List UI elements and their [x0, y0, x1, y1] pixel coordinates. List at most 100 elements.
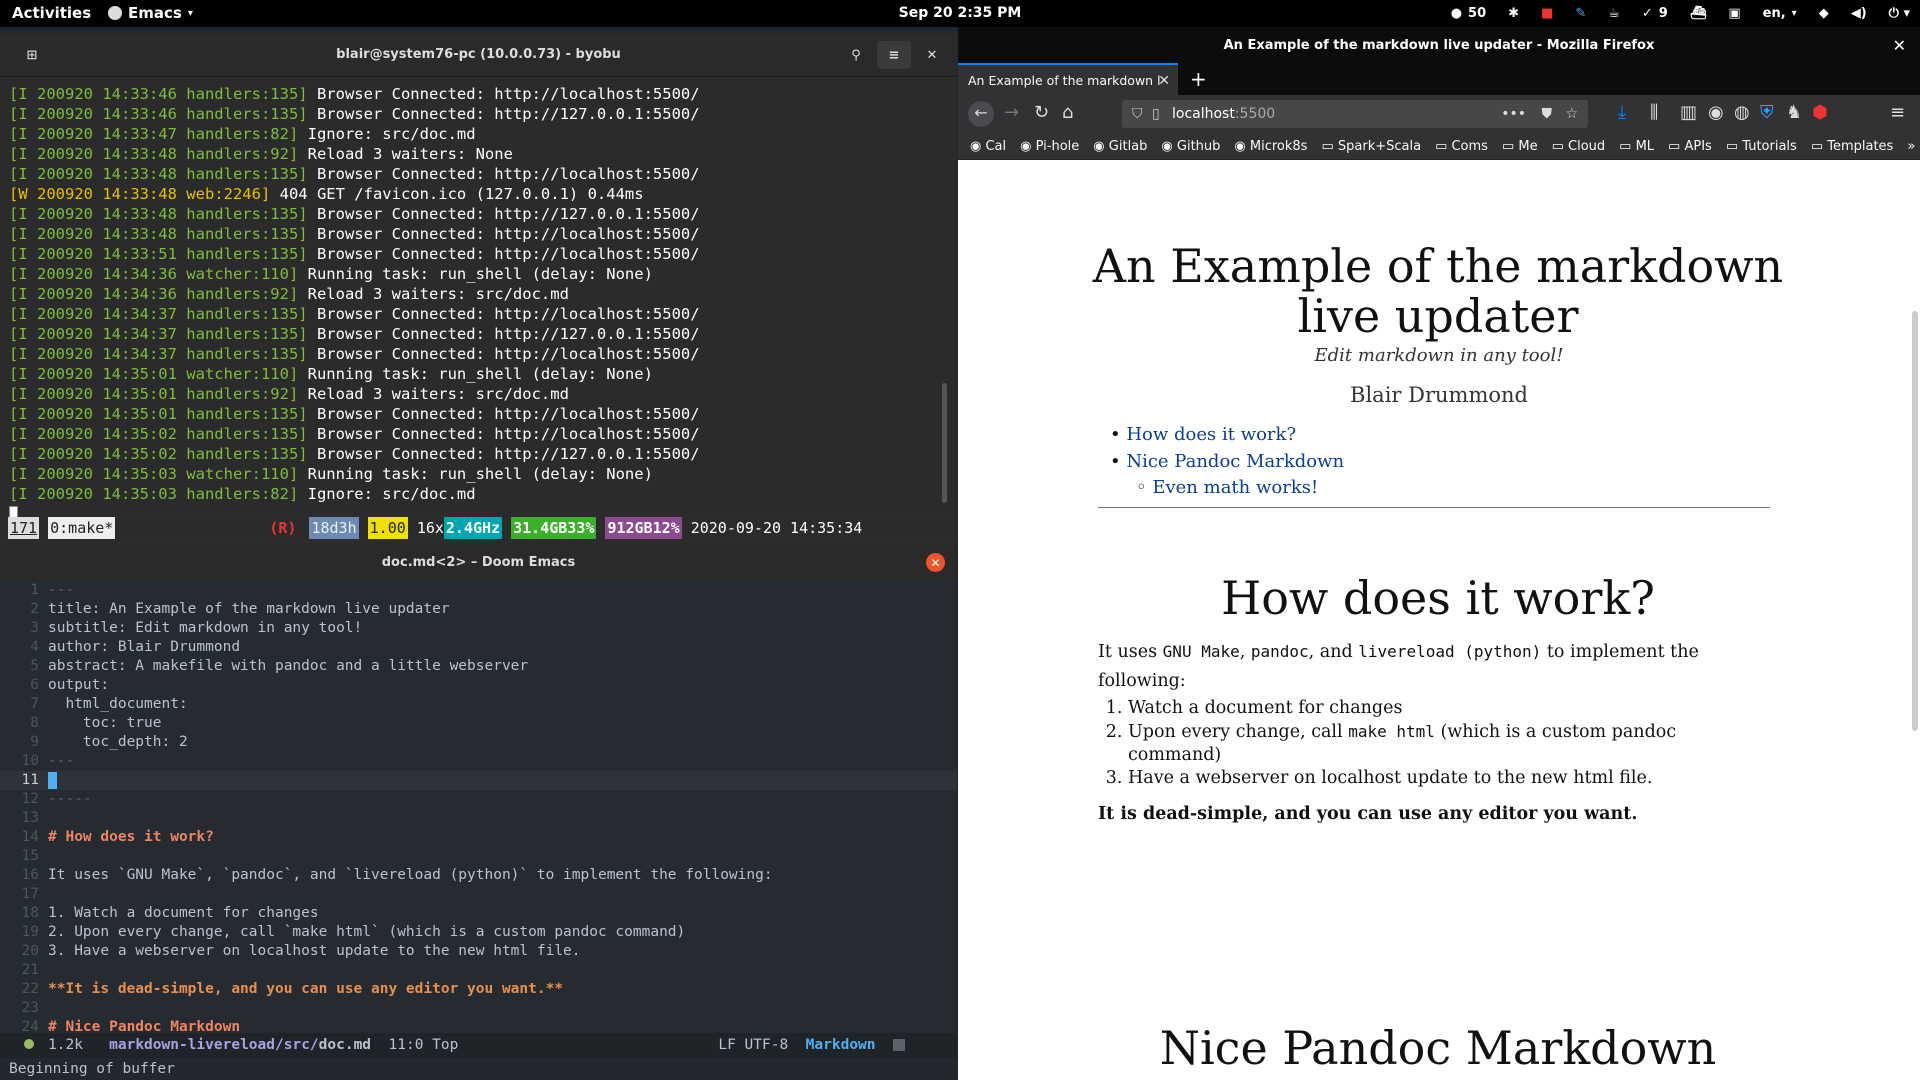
line-text: --- [48, 753, 75, 769]
rendered-document: An Example of the markdown live updater … [958, 161, 1920, 1080]
tab-strip: An Example of the markdown l ✕ + [958, 63, 1920, 95]
gnome-top-bar: Activities Emacs ▾ Sep 20 2:35 PM ● 50 ✱ … [0, 0, 1920, 27]
more-bookmarks-icon[interactable]: » [1907, 139, 1915, 154]
search-icon[interactable]: ⚲ [839, 41, 873, 69]
page-scrollbar[interactable] [1912, 311, 1918, 731]
encoding[interactable]: LF UTF-8 [718, 1037, 788, 1053]
buffer-size: 1.2k [48, 1037, 83, 1053]
close-tab-icon[interactable]: ✕ [1158, 65, 1170, 97]
extension-icon[interactable]: ♞ [1786, 102, 1802, 123]
new-tab-button[interactable]: + [1190, 67, 1207, 91]
major-mode[interactable]: Markdown [806, 1037, 876, 1053]
library-icon[interactable]: ⫼ [1650, 102, 1658, 123]
reload-icon[interactable]: ↻ [1034, 102, 1049, 123]
steps-list: Watch a document for changes Upon every … [1098, 697, 1773, 790]
docker-icon[interactable]: ⛴ [1690, 6, 1707, 21]
new-tab-icon[interactable]: ⊞ [14, 43, 50, 67]
page-actions-icon[interactable]: ••• [1501, 100, 1526, 128]
bookmark-item[interactable]: ◉ Pi-hole [1020, 139, 1079, 154]
screen-icon[interactable]: ▣ [1728, 6, 1740, 21]
line-number: 9 [30, 734, 39, 750]
account-icon[interactable]: ◉ [1708, 102, 1724, 123]
star-icon[interactable]: ☆ [1565, 100, 1578, 128]
pocket-icon[interactable]: ⛊ [1542, 100, 1553, 128]
bookmark-item[interactable]: ▭ Me [1502, 139, 1538, 154]
toc-link[interactable]: Even math works! [1152, 477, 1318, 498]
editor-line: 9 toc_depth: 2 [0, 733, 957, 752]
folder-icon: ▭ [1668, 138, 1685, 154]
back-icon[interactable]: ← [968, 101, 994, 127]
close-icon[interactable]: ✕ [915, 41, 949, 69]
hamburger-menu-icon[interactable]: ≡ [1890, 102, 1905, 123]
forward-icon[interactable]: → [1004, 102, 1019, 123]
tasks-indicator[interactable]: ✓ 9 [1642, 6, 1668, 21]
sidebar-icon[interactable]: ▥ [1680, 102, 1697, 123]
restart-indicator: (R) [269, 519, 297, 537]
bookmark-item[interactable]: ▭ Spark+Scala [1321, 139, 1421, 154]
editor-line: 6 output: [0, 676, 957, 695]
line-number: 2 [30, 601, 39, 617]
toc-item: • How does it work? [1110, 424, 1297, 445]
slack-icon[interactable]: ✱ [1508, 6, 1519, 21]
url-bar[interactable]: ⛉ ▯ localhost:5500 ••• ⛊ ☆ [1122, 100, 1588, 128]
bookmark-item[interactable]: ▭ APIs [1668, 139, 1712, 154]
extension-icon[interactable]: ◍ [1734, 102, 1750, 123]
editor-line: 8 toc: true [0, 714, 957, 733]
site-icon: ◉ [1234, 138, 1250, 154]
toc-link[interactable]: How does it work? [1126, 424, 1296, 445]
editor-line: 19 2. Upon every change, call `make html`… [0, 923, 957, 942]
coffee-icon[interactable]: ☕ [1608, 6, 1620, 21]
close-icon[interactable]: ✕ [926, 553, 945, 572]
bookmark-item[interactable]: ◉ Microk8s [1234, 139, 1307, 154]
bookmark-item[interactable]: ▭ Coms [1435, 139, 1488, 154]
bitwarden-icon[interactable]: ⛨ [1760, 102, 1774, 123]
session-tab[interactable]: 0:make* [48, 517, 116, 539]
toc-link[interactable]: Nice Pandoc Markdown [1126, 451, 1344, 472]
activities-button[interactable]: Activities [12, 4, 91, 22]
tab-active[interactable]: An Example of the markdown l ✕ [958, 63, 1178, 95]
line-text: # Nice Pandoc Markdown [48, 1019, 241, 1033]
app-menu[interactable]: Emacs ▾ [108, 4, 193, 22]
bookmark-item[interactable]: ▭ Cloud [1552, 139, 1606, 154]
log-line: [I 200920 14:33:48 handlers:92] Reload 3… [9, 145, 513, 163]
menu-icon[interactable]: ≡ [877, 41, 911, 69]
buffer-state-icon [24, 1039, 34, 1049]
github-indicator[interactable]: ● 50 [1451, 6, 1486, 21]
download-icon[interactable]: ⤓ [1618, 102, 1626, 123]
load-average: 1.00 [367, 517, 408, 539]
emacs-title: doc.md<2> – Doom Emacs [381, 554, 576, 570]
bookmark-item[interactable]: ▭ Tutorials [1726, 139, 1797, 154]
terminal-output[interactable]: [I 200920 14:33:46 handlers:135] Browser… [0, 78, 957, 524]
line-text: author: Blair Drummond [48, 639, 241, 655]
editor-line: 22 **It is dead-simple, and you can use a… [0, 980, 957, 999]
bookmark-item[interactable]: ◉ Gitlab [1093, 139, 1147, 154]
ublock-icon[interactable]: ⬢ [1812, 102, 1828, 123]
check-icon: ✓ [1641, 6, 1653, 21]
terminal-scrollbar[interactable] [942, 383, 947, 503]
power-icon[interactable]: ⏻ ▾ [1889, 6, 1910, 21]
wifi-icon[interactable]: ◆ [1819, 6, 1829, 21]
record-icon[interactable]: ■ [1541, 6, 1553, 21]
log-line: [I 200920 14:33:48 handlers:135] Browser… [9, 205, 700, 223]
language-selector[interactable]: en, ▾ [1763, 6, 1797, 21]
bookmark-item[interactable]: ▭ ML [1619, 139, 1654, 154]
line-number: 13 [21, 810, 39, 826]
byobu-status-bar: 171 0:make* (R) 18d3h 1.00 16x 2.4GHz 31.4… [0, 517, 957, 539]
terminal-header: ⊞ blair@system76-pc (10.0.0.73) - byobu … [0, 33, 957, 77]
url-host: localhost [1172, 106, 1235, 122]
bookmark-item[interactable]: ◉ Cal [970, 139, 1006, 154]
volume-icon[interactable]: ◀) [1851, 6, 1867, 21]
table-of-contents: • How does it work? • Nice Pandoc Markdo… [1100, 421, 1344, 501]
line-text: # How does it work? [48, 829, 214, 845]
editor-buffer[interactable]: 1 --- 2 title: An Example of the markdown l… [0, 581, 957, 1033]
home-icon[interactable]: ⌂ [1062, 102, 1073, 123]
editor-line: 4 author: Blair Drummond [0, 638, 957, 657]
bookmark-item[interactable]: ▭ Templates [1811, 139, 1894, 154]
line-number: 5 [30, 658, 39, 674]
close-icon[interactable]: ✕ [1893, 36, 1906, 55]
window-index[interactable]: 171 [8, 517, 40, 539]
pen-icon[interactable]: ✎ [1575, 6, 1586, 21]
memory-usage: 31.4GB33% [511, 517, 597, 539]
bookmark-item[interactable]: ◉ Github [1161, 139, 1220, 154]
window-title: An Example of the markdown live updater … [1223, 37, 1655, 53]
